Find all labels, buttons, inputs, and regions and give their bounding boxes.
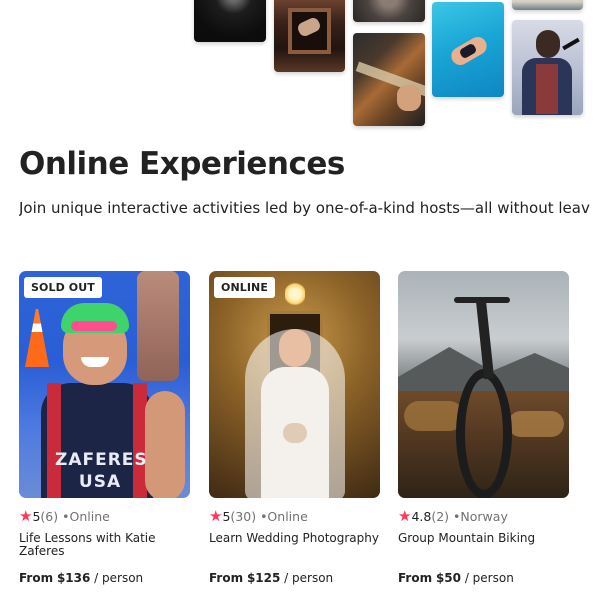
experience-cards: ZAFERES USA SOLD OUT ★5(6) •Online Life L… — [0, 271, 607, 604]
card-title[interactable]: Group Mountain Biking — [398, 532, 569, 545]
star-icon: ★ — [398, 507, 412, 525]
card-location: •Online — [260, 509, 308, 524]
review-count: (6) — [40, 509, 59, 524]
card-location: •Online — [62, 509, 110, 524]
review-count: (30) — [230, 509, 257, 524]
card-rating: ★5(30) •Online — [209, 507, 308, 525]
photo-collage — [0, 0, 607, 130]
collage-photo-guitar[interactable] — [353, 33, 425, 126]
card-rating: ★4.8(2) •Norway — [398, 507, 508, 525]
card-price: From $125 / person — [209, 571, 333, 585]
experience-card[interactable]: ZAFERES USA SOLD OUT ★5(6) •Online Life L… — [19, 271, 190, 585]
collage-photo-swimmer[interactable] — [432, 2, 504, 97]
section-subtitle: Join unique interactive activities led b… — [19, 199, 590, 217]
price-unit: / person — [94, 571, 144, 585]
price-prefix: From — [209, 571, 244, 585]
price-unit: / person — [284, 571, 334, 585]
section-title: Online Experiences — [19, 146, 345, 182]
status-badge: ONLINE — [214, 277, 275, 298]
card-price: From $50 / person — [398, 571, 514, 585]
star-icon: ★ — [19, 507, 33, 525]
card-location: •Norway — [453, 509, 508, 524]
price-value: $125 — [246, 571, 281, 585]
review-count: (2) — [431, 509, 450, 524]
collage-photo-food[interactable] — [512, 0, 583, 10]
collage-photo-dancer[interactable] — [274, 0, 345, 72]
card-rating: ★5(6) •Online — [19, 507, 110, 525]
star-icon: ★ — [209, 507, 223, 525]
collage-photo-bowl[interactable] — [353, 0, 425, 22]
price-unit: / person — [464, 571, 514, 585]
price-prefix: From — [398, 571, 433, 585]
price-value: $50 — [435, 571, 461, 585]
price-value: $136 — [56, 571, 91, 585]
status-badge: SOLD OUT — [24, 277, 102, 298]
card-title[interactable]: Life Lessons with Katie Zaferes — [19, 532, 190, 558]
card-photo[interactable]: ONLINE — [209, 271, 380, 498]
photo-swimsuit-text: ZAFERES USA — [55, 450, 148, 492]
rating-value: 4.8 — [411, 509, 432, 524]
experience-card[interactable]: ONLINE ★5(30) •Online Learn Wedding Phot… — [209, 271, 380, 585]
card-price: From $136 / person — [19, 571, 143, 585]
price-prefix: From — [19, 571, 54, 585]
collage-photo-singer[interactable] — [512, 20, 583, 115]
card-photo[interactable]: ZAFERES USA SOLD OUT — [19, 271, 190, 498]
card-title[interactable]: Learn Wedding Photography — [209, 532, 380, 545]
card-photo[interactable] — [398, 271, 569, 498]
collage-photo-coffee[interactable] — [194, 0, 266, 42]
experience-card[interactable]: ★4.8(2) •Norway Group Mountain Biking Fr… — [398, 271, 569, 585]
